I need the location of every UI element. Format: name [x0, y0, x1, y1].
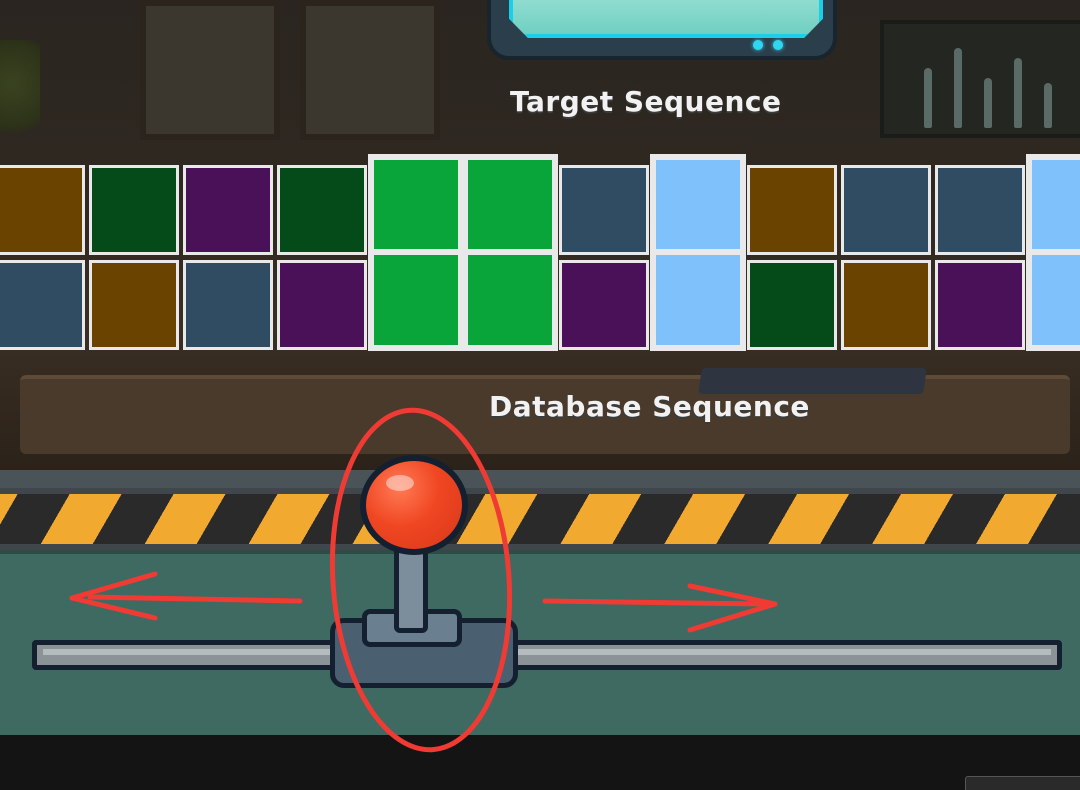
database-sequence-tile[interactable]	[747, 260, 837, 350]
status-led-icon	[773, 40, 783, 50]
monitor-screen	[509, 0, 823, 38]
target-sequence-label: Target Sequence	[510, 85, 782, 118]
database-sequence-tile[interactable]	[89, 260, 179, 350]
database-sequence-tile[interactable]	[371, 252, 461, 348]
target-sequence-tile[interactable]	[371, 157, 461, 253]
panel-base	[0, 735, 1080, 790]
status-led-icon	[753, 40, 763, 50]
slider-lever-knob[interactable]	[360, 455, 468, 555]
slider-lever-stem[interactable]	[394, 545, 428, 633]
target-sequence-tile[interactable]	[183, 165, 273, 255]
database-sequence-tile[interactable]	[1029, 252, 1080, 348]
target-sequence-tile[interactable]	[935, 165, 1025, 255]
target-sequence-tile[interactable]	[841, 165, 931, 255]
lab-shelf	[880, 20, 1080, 138]
database-sequence-tile[interactable]	[841, 260, 931, 350]
slider-track[interactable]	[32, 640, 1062, 670]
game-stage: Target Sequence Database Sequence	[0, 0, 1080, 790]
target-sequence-tile[interactable]	[89, 165, 179, 255]
target-sequence-tile[interactable]	[559, 165, 649, 255]
target-sequence-tile[interactable]	[1029, 157, 1080, 253]
display-monitor	[487, 0, 837, 60]
lab-window	[140, 0, 280, 140]
database-sequence-label: Database Sequence	[489, 390, 810, 423]
target-sequence-tile[interactable]	[277, 165, 367, 255]
database-sequence-tile[interactable]	[653, 252, 743, 348]
database-sequence-tile[interactable]	[465, 252, 555, 348]
hazard-stripe	[0, 488, 1080, 550]
database-sequence-tile[interactable]	[0, 260, 85, 350]
database-sequence-tile[interactable]	[559, 260, 649, 350]
plant-decoration	[0, 40, 40, 150]
target-sequence-tile[interactable]	[747, 165, 837, 255]
lab-window	[300, 0, 440, 140]
panel-edge	[0, 470, 1080, 490]
target-sequence-tile[interactable]	[465, 157, 555, 253]
database-sequence-tile[interactable]	[277, 260, 367, 350]
target-sequence-row	[0, 157, 1080, 260]
database-sequence-row	[0, 252, 1080, 355]
target-sequence-tile[interactable]	[653, 157, 743, 253]
database-sequence-tile[interactable]	[935, 260, 1025, 350]
target-sequence-tile[interactable]	[0, 165, 85, 255]
database-sequence-tile[interactable]	[183, 260, 273, 350]
corner-widget[interactable]	[965, 776, 1080, 790]
